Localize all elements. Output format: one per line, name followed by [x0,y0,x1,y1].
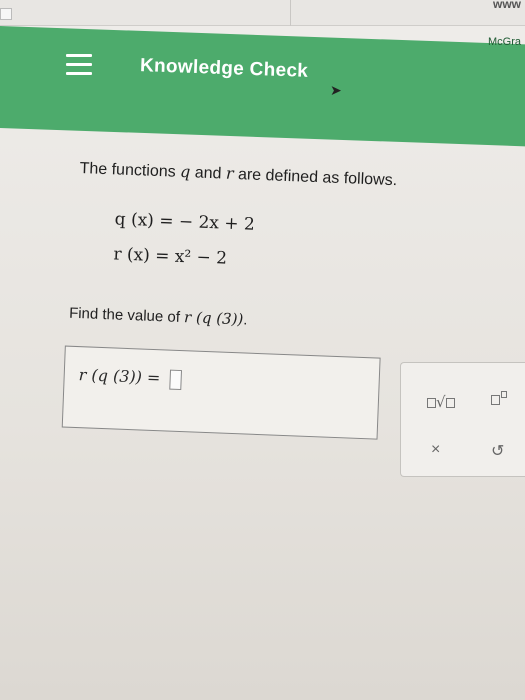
answer-expression: r (q (3)) = [78,365,182,390]
clear-button[interactable]: × [431,441,440,459]
url-fragment: www [492,0,521,11]
exponent-button[interactable] [491,391,507,408]
page: www McGra Knowledge Check ➤ The function… [0,0,525,700]
sqrt-button[interactable]: √ [427,393,455,411]
math-tool-panel: √ × ↺ [400,362,525,477]
undo-icon[interactable]: ↺ [491,441,504,461]
function-r-definition: r (x) = x² − 2 [113,244,228,269]
answer-box[interactable]: r (q (3)) = [61,345,381,440]
question-content: The functions q and r are defined as fol… [0,0,525,700]
question-prompt: The functions q and r are defined as fol… [79,160,398,190]
find-instruction: Find the value of r (q (3)). [68,304,248,329]
function-q-definition: q (x) = − 2x + 2 [114,209,256,235]
answer-input[interactable] [169,369,182,390]
